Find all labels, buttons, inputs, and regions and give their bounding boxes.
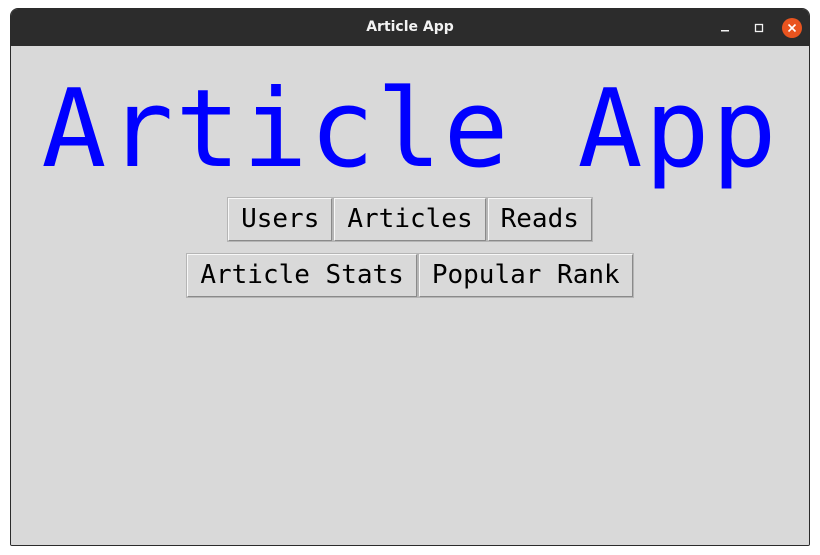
- window-title: Article App: [366, 19, 454, 35]
- nav-row-secondary: Article Stats Popular Rank: [11, 253, 809, 298]
- popular-rank-button[interactable]: Popular Rank: [417, 253, 634, 298]
- main-content: Article App Users Articles Reads Article…: [11, 46, 809, 545]
- title-bar[interactable]: Article App: [11, 9, 809, 46]
- reads-button[interactable]: Reads: [486, 197, 593, 242]
- close-icon: [787, 23, 797, 33]
- maximize-icon: [754, 23, 764, 33]
- app-window: Article App Article App Users Articles R…: [10, 8, 810, 546]
- maximize-button[interactable]: [749, 18, 769, 38]
- article-stats-button[interactable]: Article Stats: [186, 253, 418, 298]
- articles-button[interactable]: Articles: [333, 197, 487, 242]
- close-button[interactable]: [782, 18, 802, 38]
- nav-row-primary: Users Articles Reads: [11, 197, 809, 242]
- users-button[interactable]: Users: [227, 197, 334, 242]
- app-heading: Article App: [41, 67, 779, 192]
- minimize-button[interactable]: [715, 18, 735, 38]
- minimize-icon: [721, 30, 729, 32]
